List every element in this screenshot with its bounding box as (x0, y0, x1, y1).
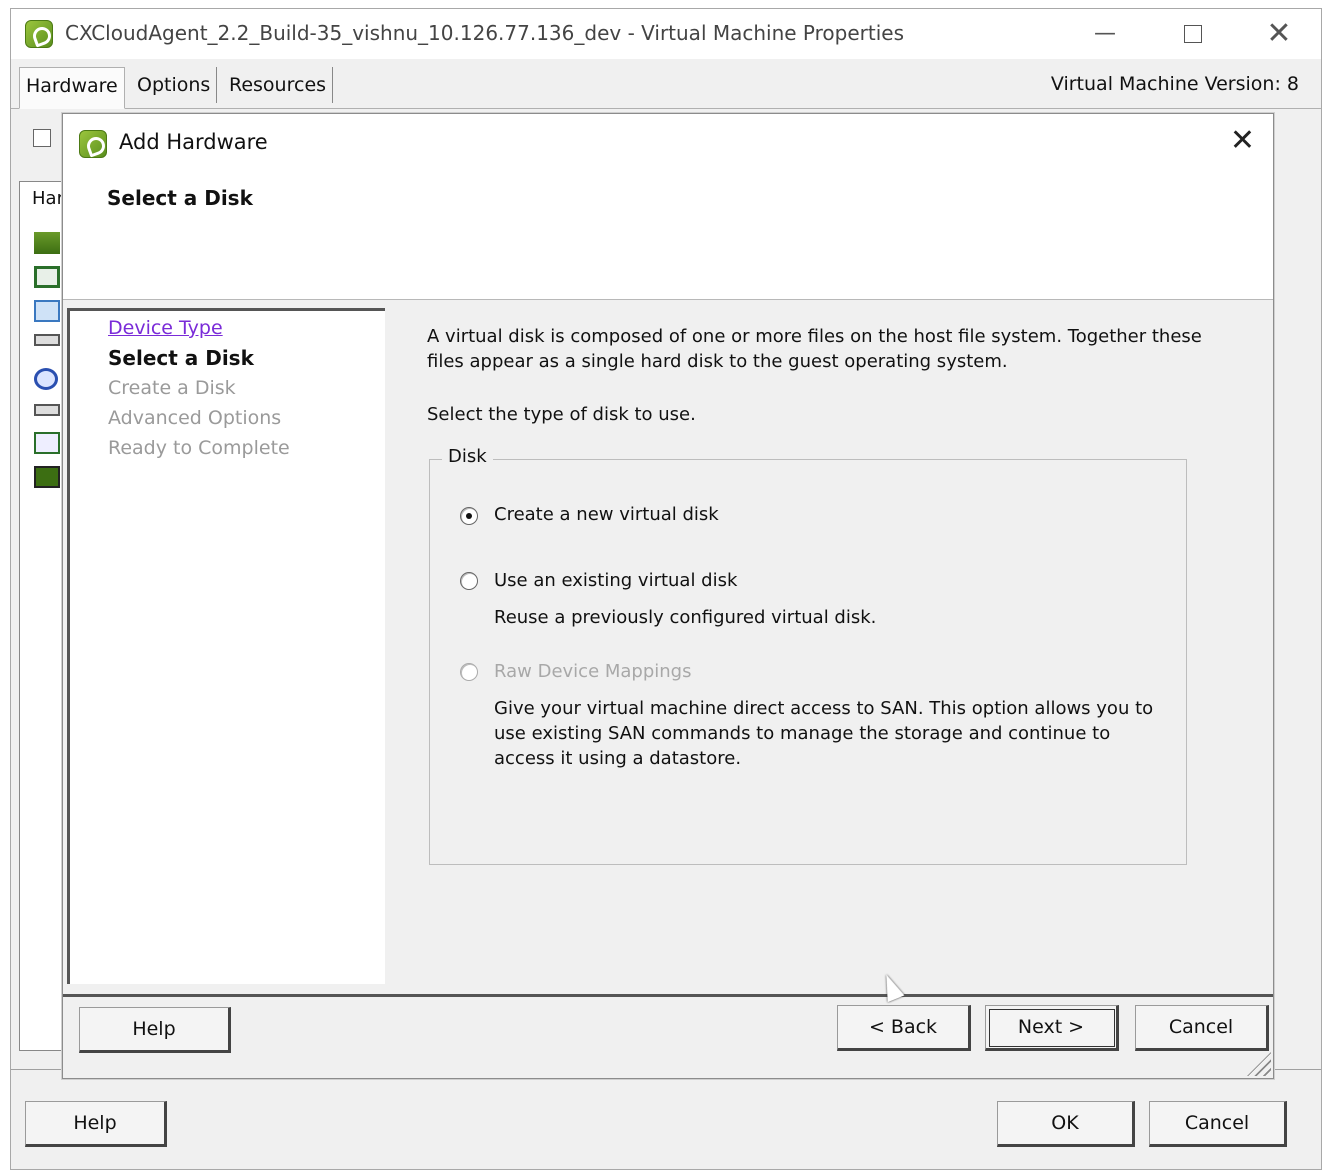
window-help-button[interactable]: Help (25, 1101, 167, 1147)
title-bar: CXCloudAgent_2.2_Build-35_vishnu_10.126.… (11, 9, 1321, 59)
resize-grip[interactable] (1247, 1052, 1271, 1076)
dialog-footer-divider (63, 994, 1273, 997)
raw-device-mappings-desc: Give your virtual machine direct access … (494, 698, 1154, 769)
use-existing-disk-label[interactable]: Use an existing virtual disk (494, 570, 737, 591)
maximize-icon[interactable] (1173, 17, 1213, 51)
disk-icon (34, 334, 60, 346)
dialog-help-button[interactable]: Help (79, 1007, 231, 1053)
hardware-list-header: Har (32, 188, 64, 209)
dialog-cancel-button[interactable]: Cancel (1135, 1005, 1269, 1051)
use-existing-disk-desc: Reuse a previously configured virtual di… (494, 607, 877, 628)
controller-icon (34, 466, 60, 488)
raw-device-mappings-radio (460, 663, 478, 681)
tab-resources[interactable]: Resources (223, 67, 334, 103)
memory-icon (34, 232, 60, 254)
back-button[interactable]: < Back (837, 1005, 971, 1051)
background-checkbox[interactable] (33, 129, 51, 147)
tab-bar: Hardware Options Resources Virtual Machi… (11, 63, 1321, 109)
vsphere-app-icon (79, 130, 107, 158)
step-ready-to-complete: Ready to Complete (108, 437, 290, 459)
step-advanced-options: Advanced Options (108, 407, 282, 429)
network-adapter-icon (34, 432, 60, 454)
cd-drive-icon (34, 368, 58, 390)
description-text: A virtual disk is composed of one or mor… (427, 326, 1202, 372)
ok-button[interactable]: OK (997, 1101, 1135, 1147)
window-cancel-button[interactable]: Cancel (1149, 1101, 1287, 1147)
dialog-title: Add Hardware (119, 130, 268, 154)
add-hardware-dialog: Add Hardware ✕ Select a Disk Device Type… (62, 113, 1274, 1079)
prompt-text: Select the type of disk to use. (427, 404, 696, 425)
dialog-subtitle: Select a Disk (107, 186, 253, 210)
create-new-disk-label[interactable]: Create a new virtual disk (494, 504, 719, 525)
create-new-disk-radio[interactable] (460, 507, 478, 525)
step-select-disk: Select a Disk (108, 346, 254, 370)
minimize-icon[interactable]: — (1085, 17, 1125, 51)
raw-device-mappings-label: Raw Device Mappings (494, 661, 692, 682)
vsphere-app-icon (25, 20, 53, 48)
disk-group-box: Disk Create a new virtual disk Use an ex… (429, 446, 1187, 865)
wizard-steps-panel: Device Type Select a Disk Create a Disk … (67, 308, 385, 984)
step-create-disk: Create a Disk (108, 377, 236, 399)
window-title: CXCloudAgent_2.2_Build-35_vishnu_10.126.… (65, 21, 905, 45)
close-icon[interactable]: ✕ (1259, 17, 1299, 51)
close-icon[interactable]: ✕ (1230, 126, 1255, 156)
vm-version-label: Virtual Machine Version: 8 (1050, 73, 1299, 95)
tab-hardware[interactable]: Hardware (19, 67, 125, 109)
cpu-icon (34, 266, 60, 288)
next-button[interactable]: Next > (985, 1005, 1119, 1051)
group-label: Disk (442, 446, 493, 467)
dialog-header: Add Hardware ✕ Select a Disk (63, 114, 1273, 300)
use-existing-disk-radio[interactable] (460, 572, 478, 590)
video-card-icon (34, 300, 60, 322)
tab-options[interactable]: Options (131, 67, 218, 103)
floppy-icon (34, 404, 60, 416)
step-device-type[interactable]: Device Type (108, 317, 223, 339)
